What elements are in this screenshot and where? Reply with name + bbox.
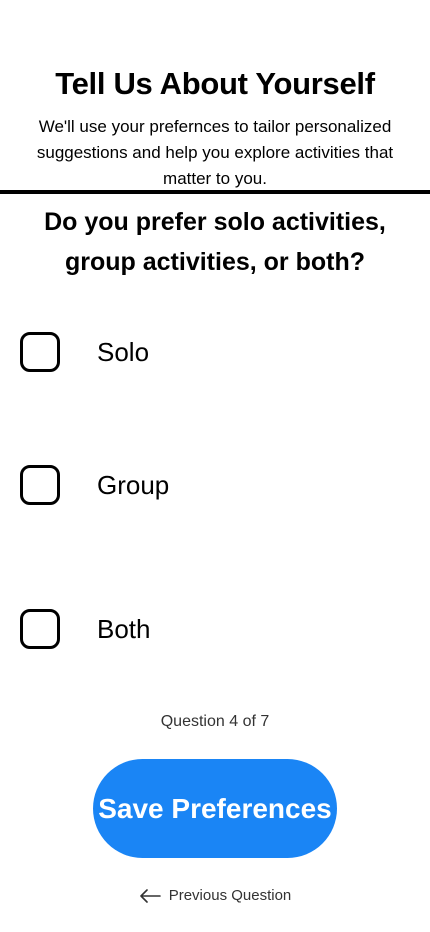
option-solo[interactable]: Solo (20, 331, 410, 373)
option-label-group: Group (97, 469, 170, 500)
page-subtitle: We'll use your prefernces to tailor pers… (36, 117, 394, 188)
arrow-left-icon (139, 888, 161, 903)
previous-question-link[interactable]: Previous Question (0, 887, 430, 904)
option-group[interactable]: Group (20, 464, 410, 506)
solo-checkbox[interactable] (20, 332, 60, 372)
both-checkbox[interactable] (20, 609, 60, 649)
page-title: Tell Us About Yourself (55, 66, 375, 101)
question-progress: Question 4 of 7 (160, 713, 270, 730)
header-divider (0, 190, 430, 194)
group-checkbox[interactable] (20, 465, 60, 505)
option-label-both: Both (97, 613, 151, 644)
previous-question-label: Previous Question (168, 887, 292, 904)
option-both[interactable]: Both (20, 608, 410, 650)
option-label-solo: Solo (97, 336, 150, 367)
question-text: Do you prefer solo activities, group act… (44, 208, 386, 276)
save-preferences-button[interactable]: Save Preferences (93, 759, 337, 858)
